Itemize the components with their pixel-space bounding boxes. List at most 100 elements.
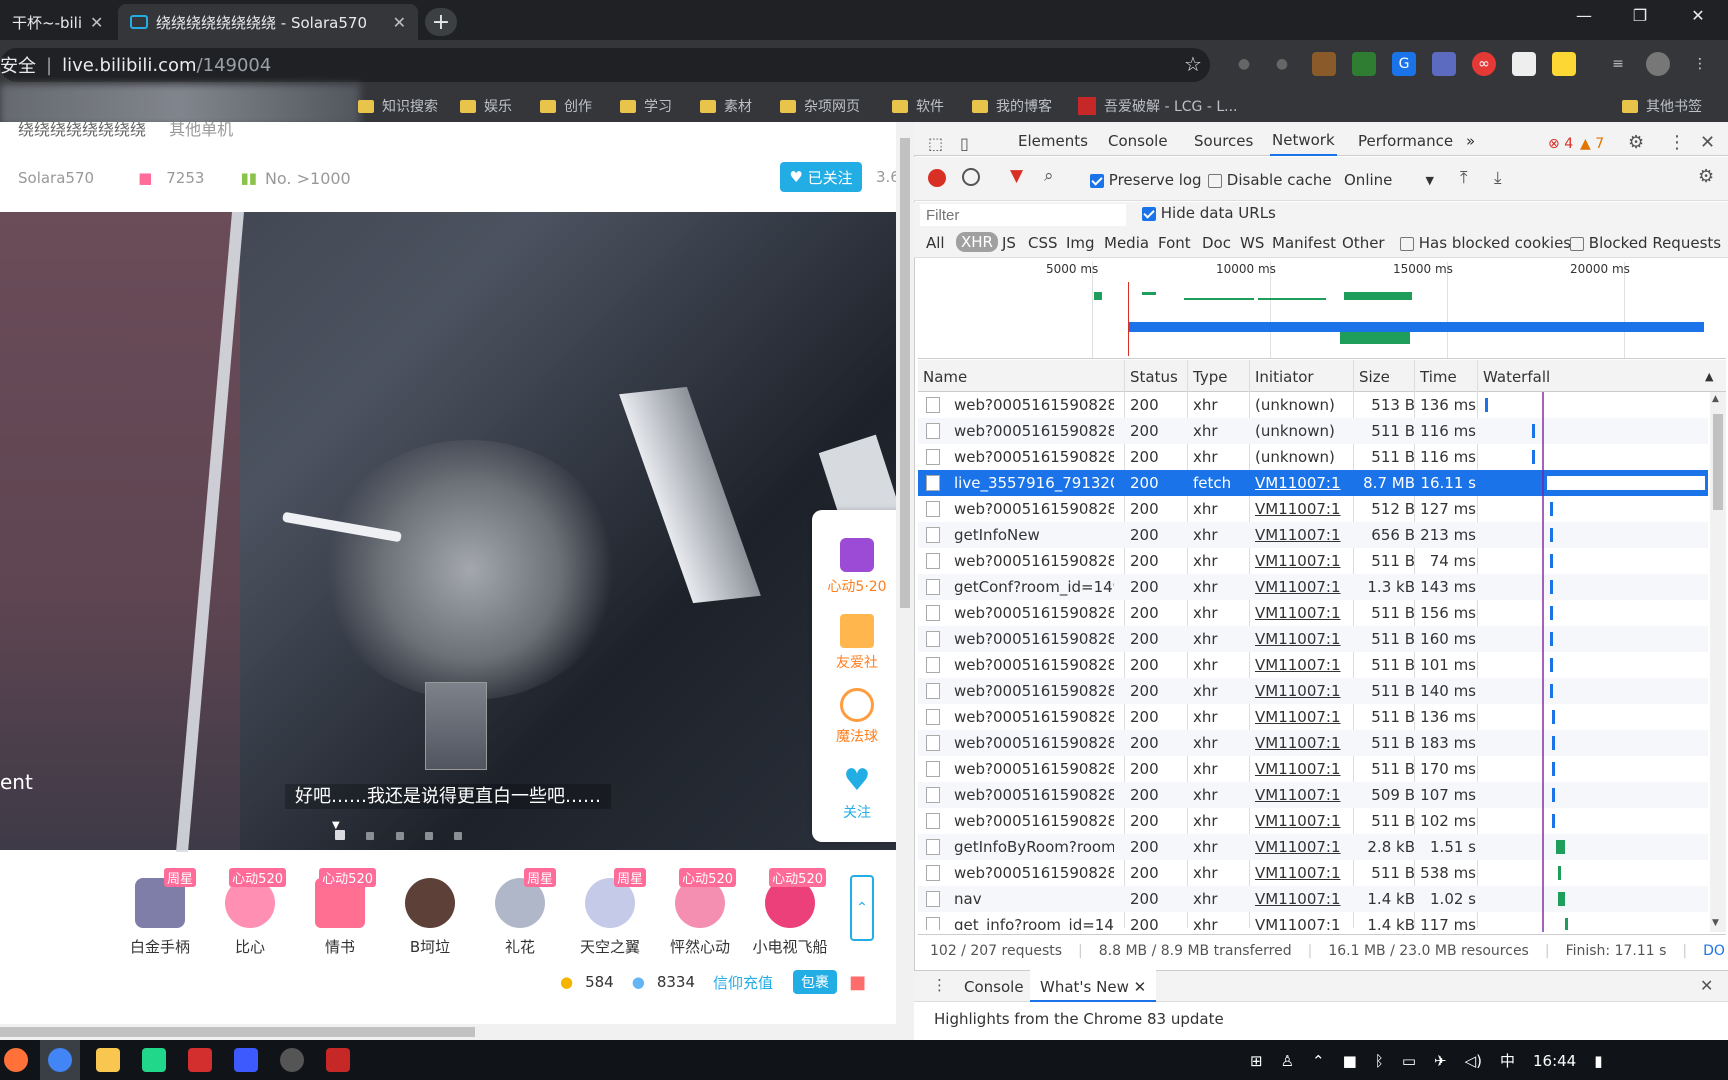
- pycharm-icon[interactable]: [142, 1048, 166, 1072]
- request-row[interactable]: live_3557916_7913204.fl... 200 fetch VM1100…: [918, 470, 1708, 496]
- gift-item[interactable]: B坷垃: [386, 868, 474, 957]
- extension-icon[interactable]: [1512, 52, 1536, 76]
- other-bookmarks[interactable]: 其他书签: [1622, 96, 1702, 116]
- column-waterfall[interactable]: Waterfall: [1483, 368, 1550, 386]
- preserve-log-checkbox[interactable]: Preserve log: [1090, 171, 1202, 189]
- restore-icon[interactable]: ❐: [1622, 6, 1658, 25]
- tab-bilibili[interactable]: 干杯~-bili ✕: [0, 4, 112, 40]
- file-explorer-icon[interactable]: [96, 1048, 120, 1072]
- request-row[interactable]: getConf?room_id=1490... 200 xhr VM11007:1 1.…: [918, 574, 1708, 600]
- carousel-dot[interactable]: [425, 832, 433, 840]
- request-initiator[interactable]: VM11007:1: [1255, 760, 1355, 778]
- chrome-icon[interactable]: [48, 1048, 72, 1072]
- bookmark-folder[interactable]: 软件: [892, 96, 944, 116]
- carousel-dot[interactable]: [366, 832, 374, 840]
- request-initiator[interactable]: VM11007:1: [1255, 526, 1355, 544]
- reading-list-icon[interactable]: ≡: [1606, 52, 1630, 76]
- app-icon[interactable]: [280, 1048, 304, 1072]
- bookmark-folder[interactable]: 娱乐: [460, 96, 512, 116]
- gift-item[interactable]: 周星 白金手柄: [116, 868, 204, 957]
- hide-data-urls-checkbox[interactable]: Hide data URLs: [1142, 204, 1276, 222]
- bag-button[interactable]: 包裹: [793, 970, 838, 994]
- request-row[interactable]: web?000516159082827... 200 xhr VM11007:1 511…: [918, 756, 1708, 782]
- request-initiator[interactable]: VM11007:1: [1255, 656, 1355, 674]
- request-initiator[interactable]: (unknown): [1255, 422, 1355, 440]
- tab-elements[interactable]: Elements: [1016, 126, 1090, 156]
- type-filter-all[interactable]: All: [926, 234, 945, 252]
- type-filter-doc[interactable]: Doc: [1202, 234, 1231, 252]
- type-filter-xhr[interactable]: XHR: [956, 232, 998, 252]
- gift-item[interactable]: 心动520 小电视飞船: [746, 868, 834, 957]
- side-item-club[interactable]: 友爱社: [812, 614, 902, 672]
- gift-item[interactable]: 心动520 怦然心动: [656, 868, 744, 957]
- request-row[interactable]: web?000516159082827... 200 xhr VM11007:1 509…: [918, 782, 1708, 808]
- network-settings-icon[interactable]: ⚙: [1698, 166, 1714, 187]
- search-icon[interactable]: ⌕: [1044, 166, 1054, 186]
- extension-icon[interactable]: ●: [1270, 52, 1294, 76]
- import-har-icon[interactable]: ⤒: [1460, 168, 1468, 188]
- horizontal-scrollbar[interactable]: [0, 1024, 896, 1040]
- ime-indicator[interactable]: 中: [1500, 1050, 1515, 1071]
- close-drawer-icon[interactable]: ✕: [1700, 976, 1713, 995]
- side-item-follow[interactable]: ♥ 关注: [812, 764, 902, 822]
- battery-icon[interactable]: ▭: [1402, 1052, 1416, 1070]
- request-initiator[interactable]: (unknown): [1255, 448, 1355, 466]
- request-initiator[interactable]: VM11007:1: [1255, 734, 1355, 752]
- new-tab-button[interactable]: +: [425, 8, 457, 36]
- request-initiator[interactable]: VM11007:1: [1255, 838, 1355, 856]
- drawer-tab-console[interactable]: Console: [964, 978, 1024, 996]
- extension-icon[interactable]: [1352, 52, 1376, 76]
- tab-performance[interactable]: Performance: [1356, 126, 1455, 156]
- gift-box-icon[interactable]: ■: [849, 972, 866, 993]
- drawer-tab-whats-new[interactable]: What's New ✕: [1030, 970, 1157, 1002]
- extension-icon[interactable]: [1432, 52, 1456, 76]
- request-initiator[interactable]: VM11007:1: [1255, 552, 1355, 570]
- request-row[interactable]: web?000516159082827... 200 xhr (unknown) 513…: [918, 392, 1708, 418]
- column-size[interactable]: Size: [1359, 368, 1390, 386]
- bluetooth-icon[interactable]: ᛒ: [1375, 1052, 1384, 1070]
- request-initiator[interactable]: VM11007:1: [1255, 500, 1355, 518]
- scroll-up-icon[interactable]: ▲: [1712, 394, 1719, 404]
- request-initiator[interactable]: VM11007:1: [1255, 864, 1355, 882]
- device-toggle-icon[interactable]: ▯: [960, 134, 969, 153]
- tab-sources[interactable]: Sources: [1192, 126, 1255, 156]
- address-bar[interactable]: 安全 | live.bilibili.com /149004: [0, 48, 1210, 82]
- column-initiator[interactable]: Initiator: [1255, 368, 1314, 386]
- request-row[interactable]: web?000516159082827... 200 xhr VM11007:1 511…: [918, 860, 1708, 886]
- warning-count[interactable]: ▲ 7: [1580, 136, 1604, 152]
- side-item-magic-ball[interactable]: 魔法球: [812, 688, 902, 746]
- carousel-dot[interactable]: [335, 830, 345, 840]
- requests-scrollbar[interactable]: [1710, 392, 1726, 932]
- carousel-dot[interactable]: [396, 832, 404, 840]
- bookmark-folder[interactable]: 我的博客: [972, 96, 1052, 116]
- minimize-icon[interactable]: —: [1566, 6, 1602, 25]
- request-row[interactable]: web?000516159082827... 200 xhr VM11007:1 511…: [918, 678, 1708, 704]
- gift-item[interactable]: 心动520 比心: [206, 868, 294, 957]
- record-icon[interactable]: [928, 169, 946, 187]
- tab-console[interactable]: Console: [1106, 126, 1170, 156]
- window-close-icon[interactable]: ✕: [1680, 6, 1716, 25]
- scroll-down-icon[interactable]: ▼: [1712, 918, 1719, 928]
- request-row[interactable]: web?000516159082827... 200 xhr (unknown) 511…: [918, 418, 1708, 444]
- column-name[interactable]: Name: [923, 368, 967, 386]
- notification-icon[interactable]: ▮: [1594, 1052, 1602, 1070]
- bookmark-folder[interactable]: 学习: [620, 96, 672, 116]
- page-scrollbar[interactable]: [896, 122, 914, 1040]
- tray-app-icon[interactable]: ■: [1343, 1052, 1357, 1070]
- recharge-link[interactable]: 信仰充值: [713, 972, 773, 993]
- gift-item[interactable]: 周星 天空之翼: [566, 868, 654, 957]
- type-filter-other[interactable]: Other: [1342, 234, 1385, 252]
- extension-icon[interactable]: ●: [1232, 52, 1256, 76]
- bookmark-folder[interactable]: 创作: [540, 96, 592, 116]
- close-icon[interactable]: ✕: [1134, 978, 1147, 996]
- filter-input[interactable]: [920, 204, 1126, 226]
- request-row[interactable]: web?000516159082827... 200 xhr VM11007:1 511…: [918, 730, 1708, 756]
- bookmark-folder[interactable]: 杂项网页: [780, 96, 860, 116]
- extension-icon[interactable]: [1312, 52, 1336, 76]
- bookmark-link[interactable]: 吾爱破解 - LCG - L...: [1078, 96, 1237, 116]
- app-icon[interactable]: [326, 1048, 350, 1072]
- gift-item[interactable]: 周星 礼花: [476, 868, 564, 957]
- carousel-dot[interactable]: [454, 832, 462, 840]
- request-initiator[interactable]: VM11007:1: [1255, 578, 1355, 596]
- drawer-menu-icon[interactable]: ⋮: [932, 976, 947, 994]
